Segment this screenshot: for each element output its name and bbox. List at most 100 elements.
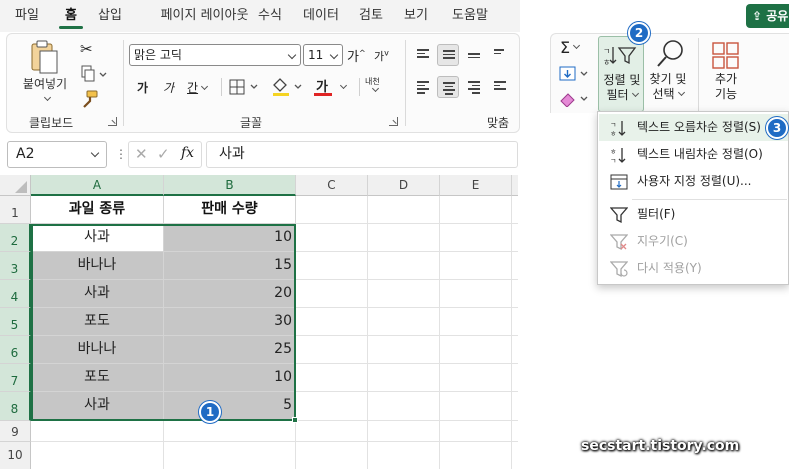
format-painter-icon[interactable] (79, 90, 99, 108)
group-separator (698, 38, 699, 112)
chevron-down-icon (339, 81, 348, 90)
align-bottom-button[interactable] (463, 44, 485, 66)
cut-icon[interactable]: ✂ (80, 40, 93, 58)
menu-item-custom-sort[interactable]: 사용자 지정 정렬(U)... (599, 168, 788, 195)
italic-button[interactable]: 가 (163, 79, 174, 96)
select-all-corner[interactable] (0, 175, 31, 196)
column-header-c[interactable]: C (296, 175, 368, 196)
row-header-1[interactable]: 1 (0, 196, 31, 224)
row-header-9[interactable]: 9 (0, 421, 31, 442)
cell-a7[interactable]: 포도 (31, 364, 164, 392)
row-header-2[interactable]: 2 (0, 224, 31, 252)
tab-home[interactable]: 홈 (56, 0, 86, 32)
tab-view[interactable]: 보기 (398, 0, 434, 32)
orientation-button[interactable] (489, 44, 511, 66)
font-color-button[interactable]: 가 (313, 76, 353, 100)
clear-button[interactable] (559, 91, 593, 108)
menu-item-sort-ascending[interactable]: ㄱㅎ 텍스트 오름차순 정렬(S) (599, 114, 788, 141)
divider (359, 78, 360, 96)
watermark: secstart.tistory.com (581, 438, 740, 454)
insert-function-button[interactable]: fx (181, 145, 194, 161)
column-header-b[interactable]: B (164, 175, 296, 196)
align-right-button[interactable] (463, 76, 485, 98)
column-header-d[interactable]: D (368, 175, 440, 196)
cell-b4[interactable]: 20 (164, 280, 296, 308)
autosum-icon[interactable]: Σ (560, 38, 581, 57)
menu-item-filter[interactable]: 필터(F) (599, 201, 788, 228)
underline-button[interactable]: 간 (187, 79, 209, 96)
indent-button[interactable] (489, 76, 511, 98)
svg-text:ㅎ: ㅎ (610, 148, 616, 156)
cell-b5[interactable]: 30 (164, 308, 296, 336)
paste-icon (26, 40, 64, 76)
phonetic-guide-button[interactable]: 내천 (365, 77, 380, 96)
tab-data[interactable]: 데이터 (298, 0, 344, 32)
cell-b7[interactable]: 10 (164, 364, 296, 392)
row-header-5[interactable]: 5 (0, 308, 31, 336)
copy-icon[interactable] (79, 65, 109, 83)
svg-text:ㄱ: ㄱ (603, 47, 610, 56)
fill-handle[interactable] (292, 417, 298, 423)
tab-insert[interactable]: 삽입 (91, 0, 129, 32)
addins-button[interactable]: 추가 기능 (703, 36, 749, 112)
tab-help[interactable]: 도움말 (444, 0, 496, 32)
shrink-font-button[interactable]: 가v (374, 48, 389, 64)
name-box[interactable]: A2 (7, 141, 107, 168)
share-button[interactable]: ⇪ 공유 (746, 4, 789, 28)
indent-icon (494, 81, 506, 92)
font-name-select[interactable]: 맑은 고딕 (129, 44, 301, 66)
menu-separator (632, 199, 787, 200)
formula-buttons: ✕ ✓ fx (128, 141, 202, 168)
paste-button[interactable]: 붙여넣기 (19, 77, 71, 107)
cell-a4[interactable]: 사과 (31, 280, 164, 308)
column-header-a[interactable]: A (31, 175, 164, 196)
bold-button[interactable]: 가 (137, 79, 148, 96)
column-header-e[interactable]: E (440, 175, 512, 196)
cell-b6[interactable]: 25 (164, 336, 296, 364)
step-badge-3: 3 (766, 117, 788, 139)
align-top-button[interactable] (412, 44, 434, 66)
cell-b3[interactable]: 15 (164, 252, 296, 280)
menu-item-clear[interactable]: 지우기(C) (599, 228, 788, 255)
sort-filter-button[interactable]: ㄱㅎ 정렬 및 필터 (598, 36, 644, 112)
menu-item-reapply[interactable]: 다시 적용(Y) (599, 255, 788, 282)
fill-color-button[interactable] (271, 77, 307, 99)
cell-a8[interactable]: 사과 (31, 392, 164, 421)
cell-b1[interactable]: 판매 수량 (164, 196, 296, 224)
cell-a6[interactable]: 바나나 (31, 336, 164, 364)
tab-formulas[interactable]: 수식 (252, 0, 288, 32)
formula-input[interactable]: 사과 (206, 141, 518, 168)
find-select-button[interactable]: 찾기 및 선택 (645, 36, 691, 112)
fill-button[interactable] (559, 66, 593, 82)
row-header-10[interactable]: 10 (0, 442, 31, 469)
cell-a3[interactable]: 바나나 (31, 252, 164, 280)
cancel-icon[interactable]: ✕ (135, 145, 148, 163)
tab-file[interactable]: 파일 (8, 0, 46, 32)
border-button[interactable] (229, 79, 263, 95)
row-header-3[interactable]: 3 (0, 252, 31, 280)
align-middle-button[interactable] (437, 44, 459, 66)
cell-a1[interactable]: 과일 종류 (31, 196, 164, 224)
align-right-icon (468, 81, 480, 96)
more-options-icon[interactable]: ⋮ (115, 147, 127, 161)
font-size-select[interactable]: 11 (303, 44, 343, 66)
clipboard-launcher-icon[interactable] (108, 117, 117, 126)
cell-b8[interactable]: 5 (164, 392, 296, 421)
chevron-down-icon (201, 82, 209, 91)
cell-a5[interactable]: 포도 (31, 308, 164, 336)
font-launcher-icon[interactable] (389, 117, 398, 126)
orientation-icon (494, 49, 506, 56)
row-header-6[interactable]: 6 (0, 336, 31, 364)
tab-review[interactable]: 검토 (353, 0, 389, 32)
grow-font-button[interactable]: 가^ (347, 46, 366, 65)
row-header-8[interactable]: 8 (0, 392, 31, 421)
align-left-button[interactable] (412, 76, 434, 98)
enter-icon[interactable]: ✓ (157, 145, 170, 163)
cell-b2[interactable]: 10 (164, 224, 296, 252)
row-header-7[interactable]: 7 (0, 364, 31, 392)
chevron-down-icon (90, 148, 100, 158)
row-header-4[interactable]: 4 (0, 280, 31, 308)
align-center-button[interactable] (437, 76, 459, 98)
menu-item-sort-descending[interactable]: ㅎㄱ 텍스트 내림차순 정렬(O) (599, 141, 788, 168)
cell-a2[interactable]: 사과 (31, 224, 164, 252)
